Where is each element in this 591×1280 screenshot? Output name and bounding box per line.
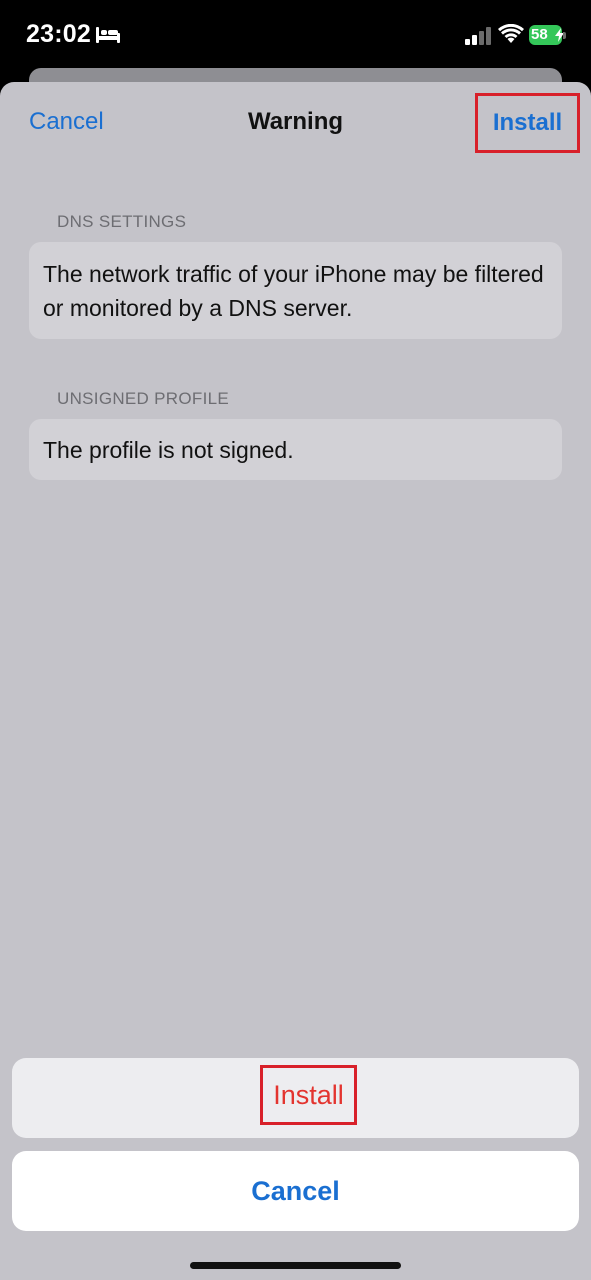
status-bar: 23:02 58: [0, 0, 591, 70]
unsigned-profile-text: The profile is not signed.: [43, 437, 294, 463]
nav-install-button[interactable]: Install: [475, 93, 580, 153]
confirm-install-button[interactable]: Install: [260, 1065, 357, 1125]
bed-icon: [96, 27, 120, 43]
action-cancel-button[interactable]: Cancel: [12, 1151, 579, 1231]
dns-settings-text: The network traffic of your iPhone may b…: [43, 261, 544, 321]
battery-cap: [563, 32, 566, 39]
battery-charging-icon: 58: [529, 25, 567, 45]
install-action-button-container[interactable]: Install: [12, 1058, 579, 1138]
unsigned-profile-header: UNSIGNED PROFILE: [57, 389, 229, 408]
dns-settings-header: DNS SETTINGS: [57, 212, 187, 231]
cellular-signal-icon: [465, 27, 491, 45]
status-time: 23:02: [26, 20, 91, 48]
dns-settings-card: The network traffic of your iPhone may b…: [29, 242, 562, 339]
nav-cancel-button[interactable]: Cancel: [29, 108, 104, 136]
home-indicator[interactable]: [190, 1262, 401, 1269]
unsigned-profile-card: The profile is not signed.: [29, 419, 562, 480]
wifi-icon: [498, 24, 524, 43]
